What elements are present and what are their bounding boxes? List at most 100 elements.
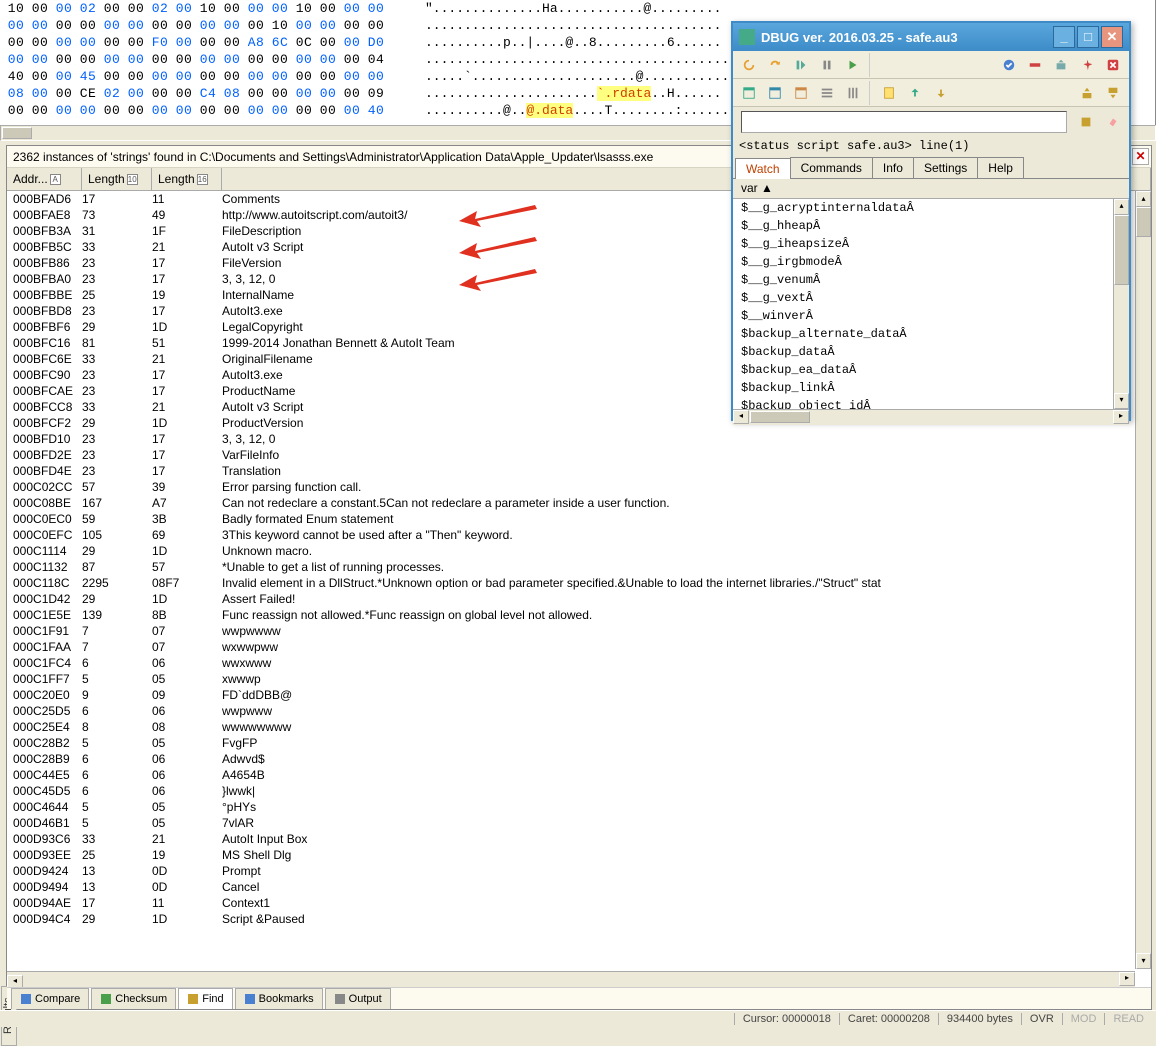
close-icon[interactable]: ✕ (1101, 26, 1123, 48)
tab-compare[interactable]: Compare (11, 988, 89, 1009)
dbug-tab-settings[interactable]: Settings (913, 157, 978, 178)
col-len1[interactable]: Length10 (82, 168, 152, 190)
table-row[interactable]: 000C118C229508F7Invalid element in a Dll… (7, 575, 1135, 591)
table-row[interactable]: 000D9494130DCancel (7, 879, 1135, 895)
close-icon[interactable]: ✕ (1132, 148, 1149, 165)
table-row[interactable]: 000C4644505°pHYs (7, 799, 1135, 815)
maximize-icon[interactable]: □ (1077, 26, 1099, 48)
tb-save-up-icon[interactable] (1075, 81, 1099, 105)
sort-icon[interactable]: 16 (197, 174, 208, 185)
scroll-thumb[interactable] (1114, 215, 1129, 285)
table-row[interactable]: 000C11328757*Unable to get a list of run… (7, 559, 1135, 575)
var-item[interactable]: $backup_linkÂ (733, 379, 1129, 397)
var-item[interactable]: $backup_ea_dataÂ (733, 361, 1129, 379)
table-row[interactable]: 000C08BE167A7Can not redeclare a constan… (7, 495, 1135, 511)
col-len2[interactable]: Length16 (152, 168, 222, 190)
tb-accept-icon[interactable] (1074, 111, 1098, 133)
tab-output[interactable]: Output (325, 988, 391, 1009)
var-item[interactable]: $__g_venumÂ (733, 271, 1129, 289)
table-row[interactable]: 000C02CC5739Error parsing function call. (7, 479, 1135, 495)
var-item[interactable]: $backup_alternate_dataÂ (733, 325, 1129, 343)
tb-export-icon[interactable] (1049, 53, 1073, 77)
sort-icon[interactable]: A (50, 174, 61, 185)
table-row[interactable]: 000C1D42291DAssert Failed! (7, 591, 1135, 607)
tab-bookmarks[interactable]: Bookmarks (235, 988, 323, 1009)
table-row[interactable]: 000C28B2505FvgFP (7, 735, 1135, 751)
var-item[interactable]: $__g_irgbmodeÂ (733, 253, 1129, 271)
table-row[interactable]: 000C1E5E1398BFunc reassign not allowed.*… (7, 607, 1135, 623)
table-row[interactable]: 000C1114291DUnknown macro. (7, 543, 1135, 559)
tb-cols-icon[interactable] (841, 81, 865, 105)
tb-grid-blue-icon[interactable] (763, 81, 787, 105)
table-row[interactable]: 000D93EE2519MS Shell Dlg (7, 847, 1135, 863)
var-item[interactable]: $__g_acryptinternaldataÂ (733, 199, 1129, 217)
hex-scrollbar-thumb[interactable] (2, 127, 32, 139)
tb-download-icon[interactable] (929, 81, 953, 105)
tb-sheet-yellow-icon[interactable] (877, 81, 901, 105)
dbug-titlebar[interactable]: DBUG ver. 2016.03.25 - safe.au3 _ □ ✕ (733, 23, 1129, 51)
var-item[interactable]: $__g_iheapsizeÂ (733, 235, 1129, 253)
scroll-up-icon[interactable]: ▴ (1136, 191, 1151, 207)
sort-icon[interactable]: 10 (127, 174, 138, 185)
tab-find[interactable]: Find (178, 988, 232, 1009)
results-hscrollbar[interactable]: ◂ ▸ (7, 971, 1135, 987)
dbug-tab-info[interactable]: Info (872, 157, 914, 178)
scroll-thumb[interactable] (1136, 207, 1151, 237)
table-row[interactable]: 000C44E5606A4654B (7, 767, 1135, 783)
tb-step-icon[interactable] (789, 53, 813, 77)
scroll-left-icon[interactable]: ◂ (733, 410, 749, 424)
results-vscrollbar[interactable]: ▴ ▾ (1135, 191, 1151, 969)
table-row[interactable]: 000D94C4291DScript &Paused (7, 911, 1135, 927)
scroll-right-icon[interactable]: ▸ (1113, 410, 1129, 424)
tb-run-icon[interactable] (841, 53, 865, 77)
table-row[interactable]: 000D46B15057vlAR (7, 815, 1135, 831)
scroll-right-icon[interactable]: ▸ (1119, 972, 1135, 986)
tb-upload-icon[interactable] (903, 81, 927, 105)
tb-check-icon[interactable] (997, 53, 1021, 77)
tb-erase-icon[interactable] (1101, 111, 1125, 133)
table-row[interactable]: 000C25D5606wwpwww (7, 703, 1135, 719)
tb-reload-icon[interactable] (737, 53, 761, 77)
var-item[interactable]: $__winverÂ (733, 307, 1129, 325)
table-row[interactable]: 000C1F91707wwpwwww (7, 623, 1135, 639)
table-row[interactable]: 000C1FAA707wxwwpww (7, 639, 1135, 655)
tb-pause-icon[interactable] (815, 53, 839, 77)
tb-rows-icon[interactable] (815, 81, 839, 105)
tb-refresh-icon[interactable] (763, 53, 787, 77)
table-row[interactable]: 000D94AE1711Context1 (7, 895, 1135, 911)
table-row[interactable]: 000C25E4808wwwwwwww (7, 719, 1135, 735)
scroll-down-icon[interactable]: ▾ (1136, 953, 1151, 969)
table-row[interactable]: 000C0EFC105693This keyword cannot be use… (7, 527, 1135, 543)
scroll-up-icon[interactable]: ▴ (1114, 199, 1129, 215)
tab-checksum[interactable]: Checksum (91, 988, 176, 1009)
table-row[interactable]: 000C0EC0593BBadly formated Enum statemen… (7, 511, 1135, 527)
table-row[interactable]: 000C20E0909FD`ddDBB@ (7, 687, 1135, 703)
table-row[interactable]: 000C45D5606}lwwk| (7, 783, 1135, 799)
dbug-tab-watch[interactable]: Watch (735, 158, 791, 179)
scroll-down-icon[interactable]: ▾ (1114, 393, 1129, 409)
table-row[interactable]: 000C1FC4606wwxwww (7, 655, 1135, 671)
table-row[interactable]: 000BFD2E2317VarFileInfo (7, 447, 1135, 463)
tb-pin-icon[interactable] (1075, 53, 1099, 77)
dbug-command-input[interactable] (741, 111, 1067, 133)
var-item[interactable]: $__g_vextÂ (733, 289, 1129, 307)
dbug-vscrollbar[interactable]: ▴ ▾ (1113, 199, 1129, 409)
dbug-hscrollbar[interactable]: ◂ ▸ (733, 409, 1129, 425)
tb-grid-green-icon[interactable] (737, 81, 761, 105)
tb-grid-orange-icon[interactable] (789, 81, 813, 105)
table-row[interactable]: 000C1FF7505xwwwp (7, 671, 1135, 687)
dbug-tab-commands[interactable]: Commands (790, 157, 873, 178)
dbug-var-header[interactable]: var ▲ (733, 179, 1129, 199)
table-row[interactable]: 000D9424130DPrompt (7, 863, 1135, 879)
col-addr[interactable]: Addr...A (7, 168, 82, 190)
scroll-thumb[interactable] (750, 411, 810, 423)
dbug-tab-help[interactable]: Help (977, 157, 1024, 178)
var-item[interactable]: $backup_dataÂ (733, 343, 1129, 361)
table-row[interactable]: 000D93C63321AutoIt Input Box (7, 831, 1135, 847)
table-row[interactable]: 000C28B9606Adwvd$ (7, 751, 1135, 767)
var-item[interactable]: $backup_object_idÂ (733, 397, 1129, 409)
var-item[interactable]: $__g_hheapÂ (733, 217, 1129, 235)
tb-remove-icon[interactable] (1023, 53, 1047, 77)
tb-close-icon[interactable] (1101, 53, 1125, 77)
minimize-icon[interactable]: _ (1053, 26, 1075, 48)
